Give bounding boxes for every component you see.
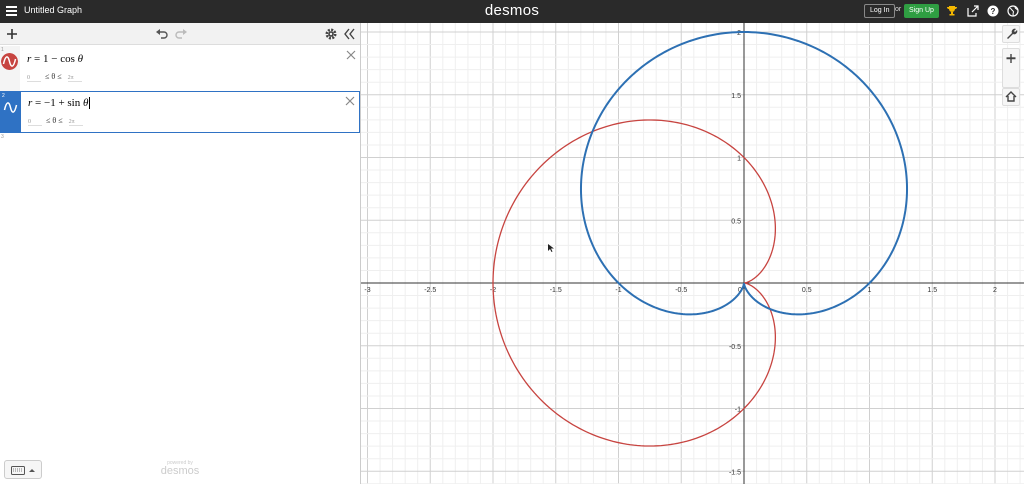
undo-icon[interactable] [155, 27, 169, 41]
graph-paper[interactable]: -3 -2.5 -2 -1.5 -1 -0.5 0 0.5 1 1.5 221.510.5-0.5-… [361, 23, 1024, 484]
x-tick-label: 1.5 [927, 287, 937, 294]
y-tick-label: -1.5 [729, 469, 741, 476]
close-icon[interactable] [345, 96, 355, 106]
x-tick-label: -2.5 [424, 287, 436, 294]
domain-min-input[interactable]: 0 [28, 119, 42, 126]
graph-settings-button[interactable] [1002, 25, 1020, 43]
y-tick-label: 1.5 [731, 93, 741, 100]
trophy-icon[interactable] [946, 5, 958, 17]
expression-index-empty[interactable]: 3 [1, 134, 4, 140]
powered-by-logo: powered by desmos [150, 460, 210, 477]
home-icon [1005, 91, 1017, 102]
globe-icon[interactable] [1007, 5, 1019, 17]
formula-body: = 1 − cos [31, 53, 78, 65]
help-icon[interactable]: ? [987, 5, 999, 17]
y-tick-label: 0.5 [731, 218, 741, 225]
domain-max-input[interactable]: 2π [68, 119, 83, 126]
formula-body: = −1 + sin [32, 97, 83, 109]
expression-index: 2 [2, 93, 5, 99]
expression-formula[interactable]: r = 1 − cos θ [27, 53, 83, 65]
expression-row[interactable]: 1 r = 1 − cos θ 0 ≤ θ ≤ 2π [0, 46, 360, 92]
keyboard-toggle-button[interactable] [4, 460, 42, 479]
domain-min-input[interactable]: 0 [27, 75, 41, 82]
expression-row-selected[interactable]: 2 r = −1 + sin θ 0 ≤ θ ≤ 2π [0, 91, 360, 133]
formula-theta: θ [77, 53, 84, 65]
zoom-controls [1002, 48, 1020, 88]
x-tick-label: -1.5 [550, 287, 562, 294]
redo-icon[interactable] [174, 27, 188, 41]
x-tick-label: -1 [615, 287, 621, 294]
double-chevron-left-icon[interactable] [342, 27, 356, 41]
hamburger-icon[interactable] [6, 6, 17, 16]
expression-index: 1 [1, 47, 4, 53]
close-icon[interactable] [346, 50, 356, 60]
wrench-icon [1007, 28, 1018, 39]
signup-button[interactable]: Sign Up [904, 4, 939, 18]
svg-text:?: ? [991, 7, 996, 16]
x-tick-label: 0.5 [802, 287, 812, 294]
keyboard-icon [11, 466, 35, 475]
login-button[interactable]: Log In [864, 4, 896, 18]
x-tick-label: -0.5 [675, 287, 687, 294]
domain-label: ≤ θ ≤ [45, 72, 62, 81]
curve-color-icon[interactable] [2, 99, 19, 116]
x-tick-label: 2 [993, 287, 997, 294]
expression-toolbar [0, 23, 360, 45]
plus-icon[interactable] [5, 27, 19, 41]
x-tick-label: -3 [364, 287, 370, 294]
expression-formula[interactable]: r = −1 + sin θ [28, 97, 91, 109]
or-label: or [895, 6, 902, 13]
text-cursor [89, 97, 91, 109]
graph-canvas[interactable]: -3 -2.5 -2 -1.5 -1 -0.5 0 0.5 1 1.5 2 2 1.5 1 0.5 -0.5-… [361, 23, 1024, 484]
expression-panel: 1 r = 1 − cos θ 0 ≤ θ ≤ 2π 2 r = −1 + si… [0, 23, 361, 484]
gear-icon[interactable] [324, 27, 338, 41]
graph-title[interactable]: Untitled Graph [24, 5, 82, 15]
domain-label: ≤ θ ≤ [46, 116, 63, 125]
formula-theta: θ [82, 97, 89, 109]
domain-max-input[interactable]: 2π [67, 75, 82, 82]
domain-row: 0 ≤ θ ≤ 2π [28, 116, 85, 126]
domain-row: 0 ≤ θ ≤ 2π [27, 72, 84, 82]
zoom-out-icon[interactable] [1003, 49, 1019, 69]
y-tick-label: 1 [737, 156, 741, 163]
y-tick-label: -0.5 [729, 344, 741, 351]
powered-by-brand: desmos [160, 465, 200, 477]
share-icon[interactable] [967, 5, 979, 17]
curve-color-icon[interactable] [1, 53, 18, 70]
top-bar: Untitled Graph desmos Log In or Sign Up … [0, 0, 1024, 23]
default-viewport-button[interactable] [1002, 88, 1020, 106]
x-tick-label: 1 [868, 287, 872, 294]
